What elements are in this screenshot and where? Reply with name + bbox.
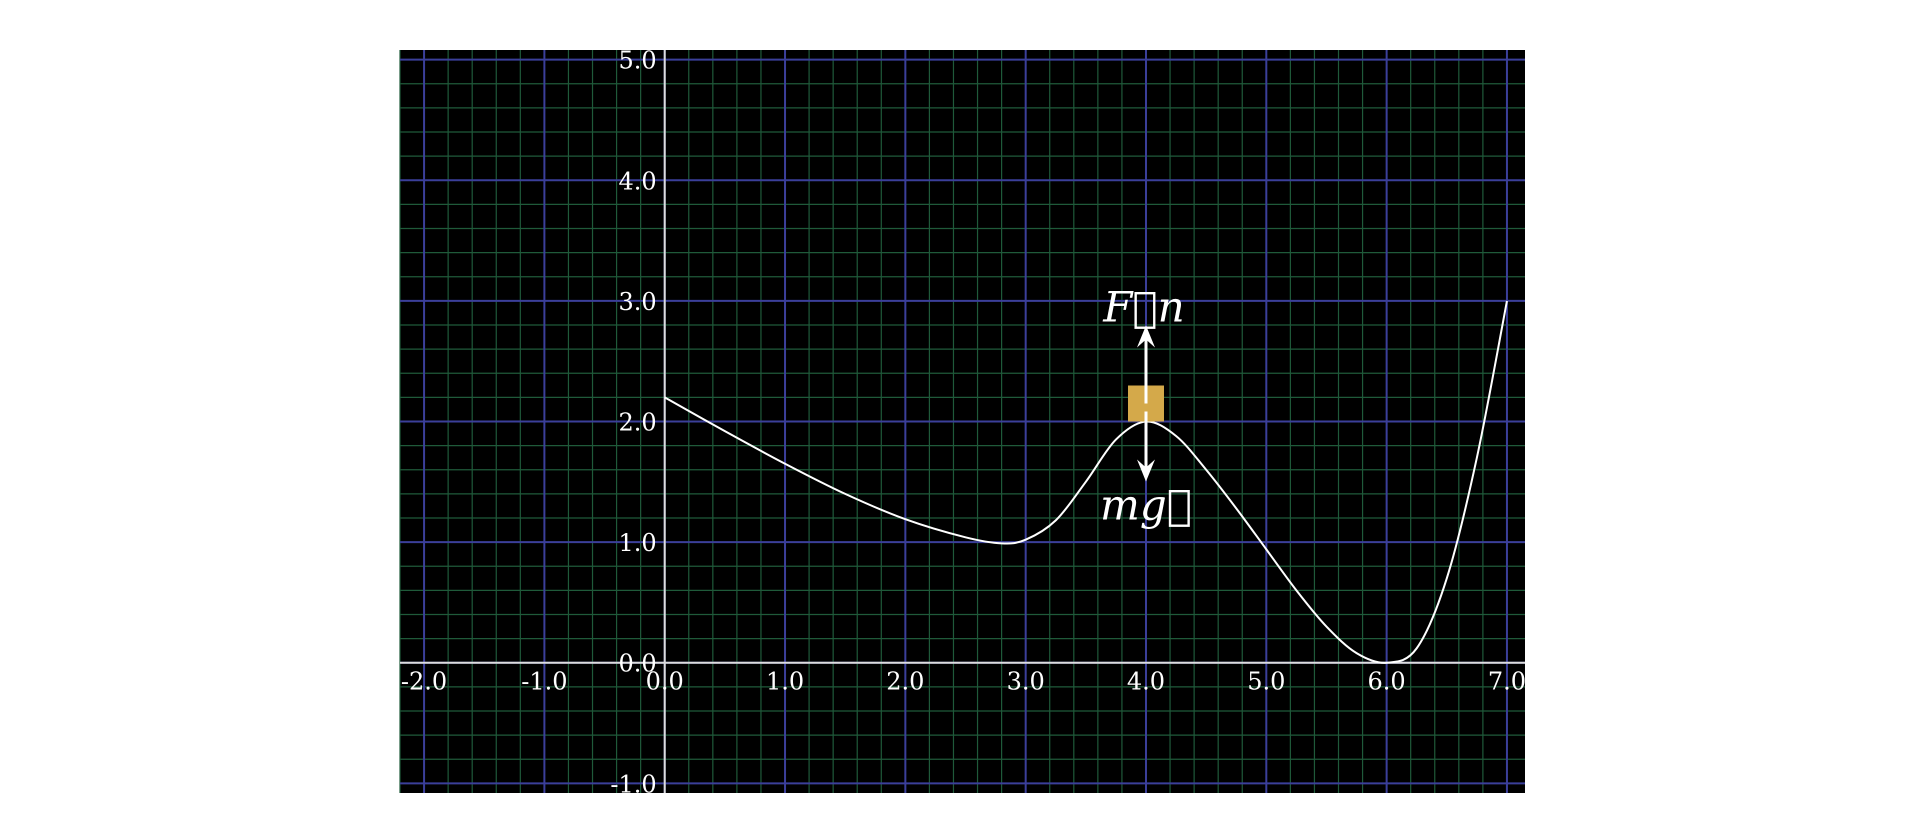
x-tick-label: 5.0 — [1247, 668, 1285, 696]
y-tick-label: 4.0 — [619, 167, 657, 195]
x-tick-label: -2.0 — [401, 668, 447, 696]
x-tick-label: -1.0 — [521, 668, 567, 696]
x-tick-label: 7.0 — [1488, 668, 1526, 696]
x-tick-label: 6.0 — [1368, 668, 1406, 696]
physics-plot: -2.0 -1.0 0.0 1.0 2.0 3.0 4.0 5.0 6.0 7.0-1.00.01… — [399, 47, 1526, 798]
y-tick-label: 0.0 — [619, 650, 657, 678]
x-tick-label: 1.0 — [766, 668, 804, 696]
x-tick-label: 3.0 — [1007, 668, 1045, 696]
y-tick-label: 1.0 — [619, 529, 657, 557]
y-tick-label: -1.0 — [610, 770, 656, 798]
normal-force-label: F⃗n — [1102, 283, 1184, 332]
y-tick-label: 5.0 — [619, 47, 657, 75]
x-tick-label: 2.0 — [886, 668, 924, 696]
y-tick-label: 2.0 — [619, 409, 657, 437]
y-tick-label: 3.0 — [619, 288, 657, 316]
x-tick-label: 4.0 — [1127, 668, 1165, 696]
gravity-label: mg⃗ — [1100, 481, 1192, 530]
